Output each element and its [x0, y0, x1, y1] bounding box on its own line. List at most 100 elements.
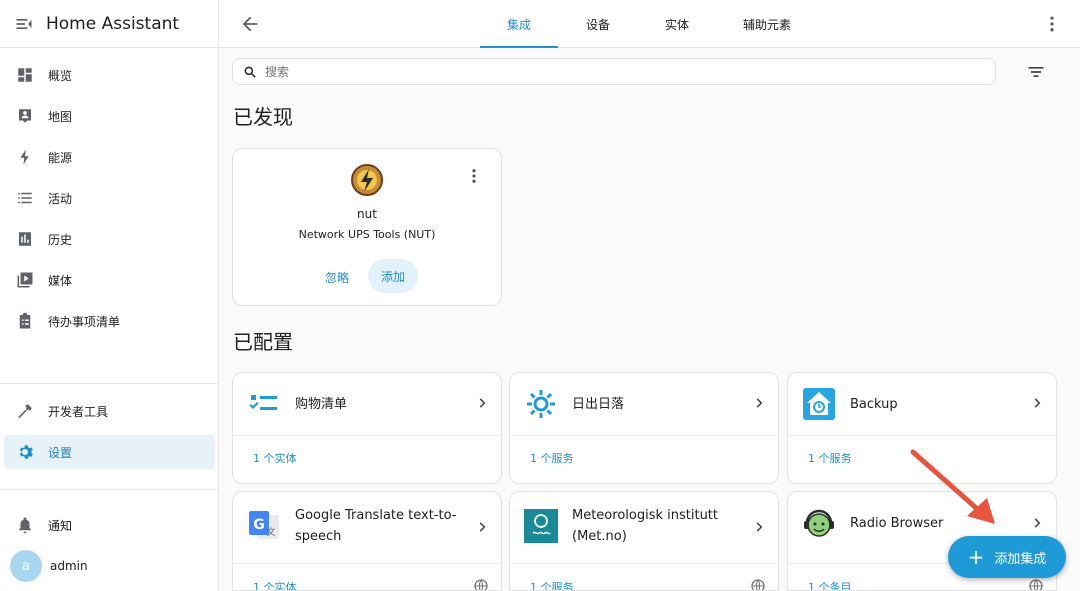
sidebar-header: Home Assistant: [0, 0, 218, 48]
chevron-right-icon: [756, 522, 763, 532]
card-header: Backup: [788, 373, 1056, 436]
integration-card-google-translate[interactable]: G 文 Google Translate text-to-speech 1 个实…: [232, 491, 502, 591]
radio-browser-icon: [804, 509, 834, 537]
sidebar-item-label: 设置: [48, 445, 73, 460]
integration-footer-link[interactable]: 1 个服务: [530, 450, 574, 466]
back-arrow-icon[interactable]: [239, 13, 261, 35]
nut-logo-icon: [351, 164, 383, 196]
sidebar-item-overview[interactable]: 概览: [4, 58, 215, 92]
add-integration-button[interactable]: + 添加集成: [948, 536, 1066, 578]
lightning-icon: [20, 149, 29, 165]
gear-icon: [19, 445, 33, 459]
card-header: 购物清单: [233, 373, 501, 436]
integration-name: Backup: [850, 397, 898, 412]
svg-text:文: 文: [266, 526, 275, 538]
add-integration-label: 添加集成: [994, 551, 1047, 567]
card-header: Meteorologisk institutt (Met.no): [510, 492, 778, 564]
chevron-right-icon: [1034, 518, 1041, 528]
ignore-button[interactable]: 忽略: [311, 261, 363, 293]
top-bar: 集成 设备 实体 辅助元素: [219, 0, 1080, 48]
hammer-icon: [18, 404, 32, 419]
svg-text:G: G: [253, 517, 265, 533]
google-translate-icon: G 文: [249, 511, 279, 539]
sidebar-item-notifications[interactable]: 通知: [4, 508, 215, 542]
tab-devices[interactable]: 设备: [558, 0, 638, 48]
more-vert-icon[interactable]: [1042, 14, 1062, 34]
integration-footer-link[interactable]: 1 个服务: [530, 579, 574, 590]
media-icon: [17, 272, 33, 288]
map-icon: [19, 109, 31, 123]
search-bar: [232, 58, 996, 85]
user-name: admin: [50, 559, 88, 573]
sidebar-item-energy[interactable]: 能源: [4, 140, 215, 174]
tab-label: 设备: [585, 17, 610, 32]
sidebar-item-label: 能源: [48, 150, 73, 165]
chevron-right-icon: [756, 398, 763, 408]
cloud-globe-icon: [1029, 579, 1043, 590]
sidebar-item-media[interactable]: 媒体: [4, 263, 215, 297]
chevron-right-icon: [1034, 398, 1041, 408]
tab-entities[interactable]: 实体: [638, 0, 716, 48]
dashboard-icon: [18, 68, 32, 82]
integration-footer-link[interactable]: 1 个条目: [808, 579, 852, 590]
integration-name: 日出日落: [572, 397, 625, 412]
chevron-right-icon: [479, 522, 486, 532]
sidebar-divider: [0, 383, 219, 384]
tab-label: 集成: [506, 17, 531, 32]
shopping-list-icon: [249, 395, 277, 410]
sidebar-item-user[interactable]: a admin: [4, 549, 215, 583]
annotation-arrow-icon: [910, 449, 995, 524]
sidebar-item-history[interactable]: 历史: [4, 222, 215, 256]
section-title-configured: 已配置: [233, 330, 293, 354]
sidebar-item-todo[interactable]: 待办事项清单: [4, 304, 215, 338]
sidebar-item-label: 开发者工具: [48, 404, 109, 419]
integration-footer-link[interactable]: 1 个服务: [808, 450, 852, 466]
sidebar-item-label: 活动: [48, 191, 73, 206]
discovered-card-nut: nut Network UPS Tools (NUT) 忽略 添加: [232, 148, 502, 306]
chart-icon: [19, 232, 31, 246]
tab-label: 实体: [664, 17, 689, 32]
sidebar-item-label: 概览: [48, 68, 73, 83]
more-vert-icon[interactable]: [465, 167, 483, 185]
sidebar-item-label: 历史: [48, 232, 73, 247]
filter-icon[interactable]: [1026, 62, 1046, 82]
integration-card-met-no[interactable]: Meteorologisk institutt (Met.no) 1 个服务: [509, 491, 779, 591]
sidebar-item-label: 待办事项清单: [48, 314, 121, 329]
integration-name: Meteorologisk institutt (Met.no): [572, 508, 719, 544]
list-icon: [18, 192, 32, 204]
integration-name: 购物清单: [295, 397, 348, 412]
cloud-globe-icon: [751, 579, 765, 590]
search-icon: [244, 66, 256, 78]
integration-card-sun[interactable]: 日出日落 1 个服务: [509, 372, 779, 484]
chevron-right-icon: [479, 398, 486, 408]
search-input[interactable]: [265, 64, 965, 79]
avatar: a: [10, 550, 42, 582]
menu-icon[interactable]: [14, 14, 34, 34]
section-title-discovered: 已发现: [233, 105, 293, 129]
sidebar-item-settings[interactable]: 设置: [4, 435, 215, 469]
tab-helpers[interactable]: 辅助元素: [716, 0, 818, 48]
integration-footer-link[interactable]: 1 个实体: [253, 450, 297, 466]
sidebar-item-label: 地图: [48, 109, 73, 124]
sidebar-item-developer-tools[interactable]: 开发者工具: [4, 394, 215, 428]
tab-label: 辅助元素: [742, 17, 791, 32]
sun-icon: [527, 390, 555, 418]
sidebar-item-map[interactable]: 地图: [4, 99, 215, 133]
plus-icon: +: [967, 545, 985, 569]
met-no-icon: [524, 509, 558, 543]
integration-card-shopping-list[interactable]: 购物清单 1 个实体: [232, 372, 502, 484]
sidebar: Home Assistant 概览 地图 能源 活动 历史 媒体 待办事项清单 …: [0, 0, 219, 591]
sidebar-item-label: 通知: [48, 518, 73, 533]
integration-footer-link[interactable]: 1 个实体: [253, 579, 297, 590]
app-title: Home Assistant: [46, 13, 180, 34]
add-button[interactable]: 添加: [368, 259, 418, 293]
backup-icon: [803, 388, 835, 420]
bell-icon: [19, 517, 31, 534]
clipboard-icon: [19, 312, 31, 329]
sidebar-item-logbook[interactable]: 活动: [4, 181, 215, 215]
card-header: 日出日落: [510, 373, 778, 436]
cloud-globe-icon: [474, 579, 488, 590]
tab-integrations[interactable]: 集成: [480, 0, 558, 48]
sidebar-item-label: 媒体: [48, 273, 73, 288]
discovered-name: nut: [357, 207, 377, 221]
